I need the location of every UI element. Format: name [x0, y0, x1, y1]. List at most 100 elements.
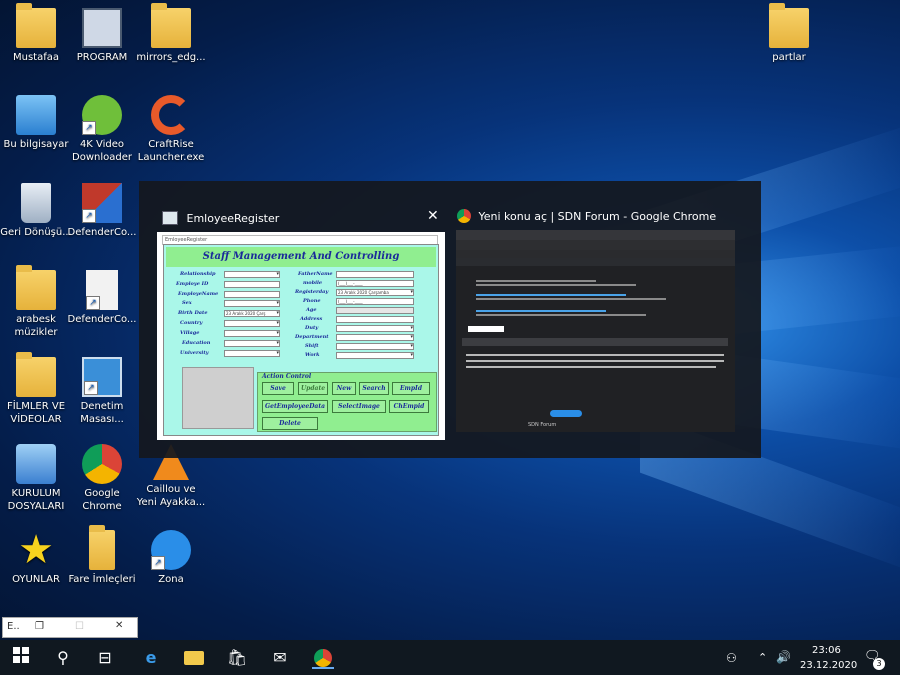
label-registerday: Registerday — [295, 289, 329, 295]
desktop-icon-fare-imlecleri[interactable]: Fare İmleçleri — [66, 525, 138, 586]
duty-select[interactable] — [336, 325, 414, 332]
desktop-icon-craftrise[interactable]: CraftRise Launcher.exe — [135, 95, 207, 164]
address-input[interactable] — [336, 316, 414, 323]
select-image-button[interactable]: SelectImage — [332, 400, 386, 413]
chevron-up-icon[interactable]: ⌃ — [758, 651, 767, 664]
fathername-input[interactable] — [336, 271, 414, 278]
notification-badge: 3 — [873, 658, 885, 670]
desktop-icon-zona[interactable]: Zona — [135, 530, 207, 586]
app-icon — [162, 211, 178, 225]
get-employee-data-button[interactable]: GetEmployeeData — [262, 400, 328, 413]
minimized-window-preview[interactable]: E.. ❐ ☐ ✕ — [2, 617, 138, 638]
window1-thumbnail[interactable]: EmloyeeRegister Staff Management And Con… — [157, 232, 445, 440]
label-address: Address — [300, 316, 323, 322]
form-area: Relationship Employe ID EmployeName Sex … — [166, 269, 436, 364]
desktop-icon-mustafaa[interactable]: Mustafaa — [0, 3, 72, 64]
folder-icon — [769, 3, 809, 48]
restore-icon[interactable]: ❐ — [35, 621, 44, 632]
chrome-address-bar — [456, 240, 735, 250]
post-line — [476, 280, 596, 282]
desktop-icon-mirrors[interactable]: mirrors_edg... — [135, 3, 207, 64]
education-select[interactable] — [224, 340, 280, 347]
desktop-icon-4k-video[interactable]: 4K Video Downloader — [66, 95, 138, 164]
volume-icon[interactable]: 🔊 — [776, 650, 791, 664]
chrome-tabstrip — [456, 230, 735, 240]
mobile-input[interactable]: (___)___-____ — [336, 280, 414, 287]
mail-icon[interactable]: ✉ — [269, 647, 291, 669]
maximize-icon[interactable]: ☐ — [75, 621, 84, 632]
registerday-picker[interactable]: 23 Aralık 2020 Çarşamba — [336, 289, 414, 296]
sex-select[interactable] — [224, 300, 280, 307]
work-select[interactable] — [336, 352, 414, 359]
star-icon: ★ — [18, 527, 54, 573]
window2-title-row[interactable]: Yeni konu aç | SDN Forum - Google Chrome — [457, 209, 716, 223]
chrome-icon — [82, 444, 122, 484]
post-line — [476, 298, 666, 300]
computer-icon — [16, 95, 56, 135]
chempid-button[interactable]: ChEmpid — [389, 400, 429, 413]
folder-icon — [89, 525, 115, 570]
empid-button[interactable]: EmpId — [392, 382, 430, 395]
update-button[interactable]: Update — [298, 382, 328, 395]
desktop-icon-google-chrome[interactable]: Google Chrome — [66, 444, 138, 513]
desktop-icon-filmler[interactable]: FİLMLER VE VİDEOLAR — [0, 352, 72, 426]
desktop-icon-kurulum[interactable]: KURULUM DOSYALARI — [0, 444, 72, 513]
new-button[interactable]: New — [332, 382, 356, 395]
shift-select[interactable] — [336, 343, 414, 350]
submit-button — [550, 410, 582, 417]
file-explorer-icon[interactable] — [183, 647, 205, 669]
save-button[interactable]: Save — [262, 382, 294, 395]
country-select[interactable] — [224, 320, 280, 327]
delete-button[interactable]: Delete — [262, 417, 318, 430]
university-select[interactable] — [224, 350, 280, 357]
birth-date-picker[interactable]: 23 Aralık 2020 Çarş — [224, 310, 280, 317]
people-icon[interactable]: ⚇ — [726, 651, 737, 665]
post-line — [476, 314, 646, 316]
desktop-icon-bu-bilgisayar[interactable]: Bu bilgisayar — [0, 95, 72, 151]
search-button[interactable]: Search — [359, 382, 389, 395]
desktop-icon-defenderco-1[interactable]: DefenderCo... — [66, 183, 138, 239]
forum-footer: SDN Forum — [528, 422, 557, 428]
recycle-bin-icon — [21, 183, 51, 223]
task-view-icon[interactable]: ⊟ — [94, 647, 116, 669]
defender-icon — [82, 183, 122, 223]
age-input[interactable] — [336, 307, 414, 314]
label-fathername: FatherName — [298, 271, 333, 277]
desktop-icon-defenderco-2[interactable]: DefenderCo... — [66, 270, 138, 326]
editor-text-line — [466, 360, 724, 362]
chrome-taskbar-icon[interactable] — [312, 647, 334, 669]
search-icon[interactable]: ⚲ — [52, 647, 74, 669]
label-duty: Duty — [305, 325, 319, 331]
desktop-icon-recycle-bin[interactable]: Geri Dönüşü... — [0, 183, 72, 239]
gear-file-icon — [86, 270, 118, 310]
employename-input[interactable] — [224, 291, 280, 298]
employe-id-input[interactable] — [224, 281, 280, 288]
forum-nav — [456, 258, 735, 266]
action-control-title: Action Control — [262, 373, 312, 380]
chrome-icon — [457, 209, 471, 223]
relationship-select[interactable] — [224, 271, 280, 278]
close-icon[interactable]: ✕ — [427, 208, 439, 224]
desktop-icon-arabesk[interactable]: arabesk müzikler — [0, 265, 72, 339]
desktop-icon-program[interactable]: PROGRAM — [66, 8, 138, 64]
clock-time[interactable]: 23:06 — [812, 645, 841, 656]
department-select[interactable] — [336, 334, 414, 341]
start-button[interactable] — [10, 647, 32, 669]
store-icon[interactable]: 🛍 — [226, 647, 248, 669]
download-icon — [82, 95, 122, 135]
label-university: University — [180, 350, 209, 356]
label-shift: Shift — [305, 343, 319, 349]
clock-date[interactable]: 23.12.2020 — [800, 660, 857, 671]
folder-icon — [151, 3, 191, 48]
window1-title-row[interactable]: EmloyeeRegister — [162, 211, 279, 225]
phone-input[interactable]: (___)___-____ — [336, 298, 414, 305]
window2-thumbnail[interactable]: SDN Forum — [456, 230, 735, 432]
desktop-icon-partlar[interactable]: partlar — [753, 3, 825, 64]
action-control-group: Action Control Save Update New Search Em… — [257, 372, 437, 432]
desktop-icon-oyunlar[interactable]: ★ OYUNLAR — [0, 530, 72, 586]
village-select[interactable] — [224, 330, 280, 337]
close-icon[interactable]: ✕ — [115, 620, 123, 631]
edge-icon[interactable]: e — [140, 647, 162, 669]
editor-text-line — [466, 354, 724, 356]
desktop-icon-denetim-masasi[interactable]: Denetim Masası... — [66, 357, 138, 426]
